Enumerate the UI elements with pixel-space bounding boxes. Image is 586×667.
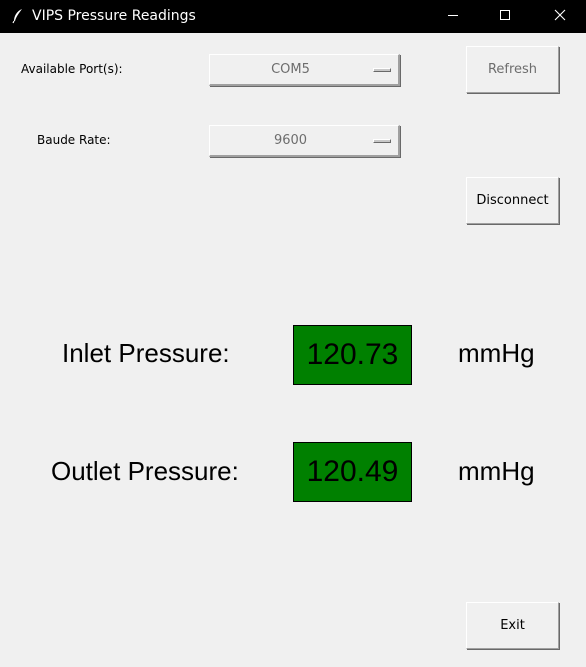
outlet-pressure-unit: mmHg: [458, 456, 535, 486]
port-label: Available Port(s):: [21, 62, 123, 76]
feather-icon: [11, 8, 25, 24]
minimize-button[interactable]: [430, 0, 476, 33]
window-title: VIPS Pressure Readings: [32, 8, 196, 24]
outlet-pressure-label: Outlet Pressure:: [51, 456, 239, 486]
refresh-button[interactable]: Refresh: [466, 46, 559, 93]
baud-label: Baude Rate:: [37, 133, 111, 147]
inlet-pressure-value: 120.73: [293, 325, 412, 385]
exit-button[interactable]: Exit: [466, 602, 559, 649]
dropdown-indicator-icon: [373, 139, 391, 143]
baud-select-value: 9600: [273, 133, 308, 148]
maximize-button[interactable]: [482, 0, 528, 33]
outlet-pressure-value: 120.49: [293, 442, 412, 502]
disconnect-button[interactable]: Disconnect: [466, 177, 559, 224]
dropdown-indicator-icon: [373, 68, 391, 72]
port-select-value: COM5: [271, 62, 310, 77]
maximize-icon: [499, 8, 511, 26]
inlet-pressure-unit: mmHg: [458, 338, 535, 368]
port-select[interactable]: COM5: [209, 54, 400, 86]
close-icon: [554, 8, 566, 26]
inlet-pressure-label: Inlet Pressure:: [62, 338, 230, 368]
close-button[interactable]: [537, 0, 583, 33]
title-bar[interactable]: VIPS Pressure Readings: [0, 0, 586, 33]
minimize-icon: [447, 8, 459, 26]
baud-select[interactable]: 9600: [209, 125, 400, 157]
